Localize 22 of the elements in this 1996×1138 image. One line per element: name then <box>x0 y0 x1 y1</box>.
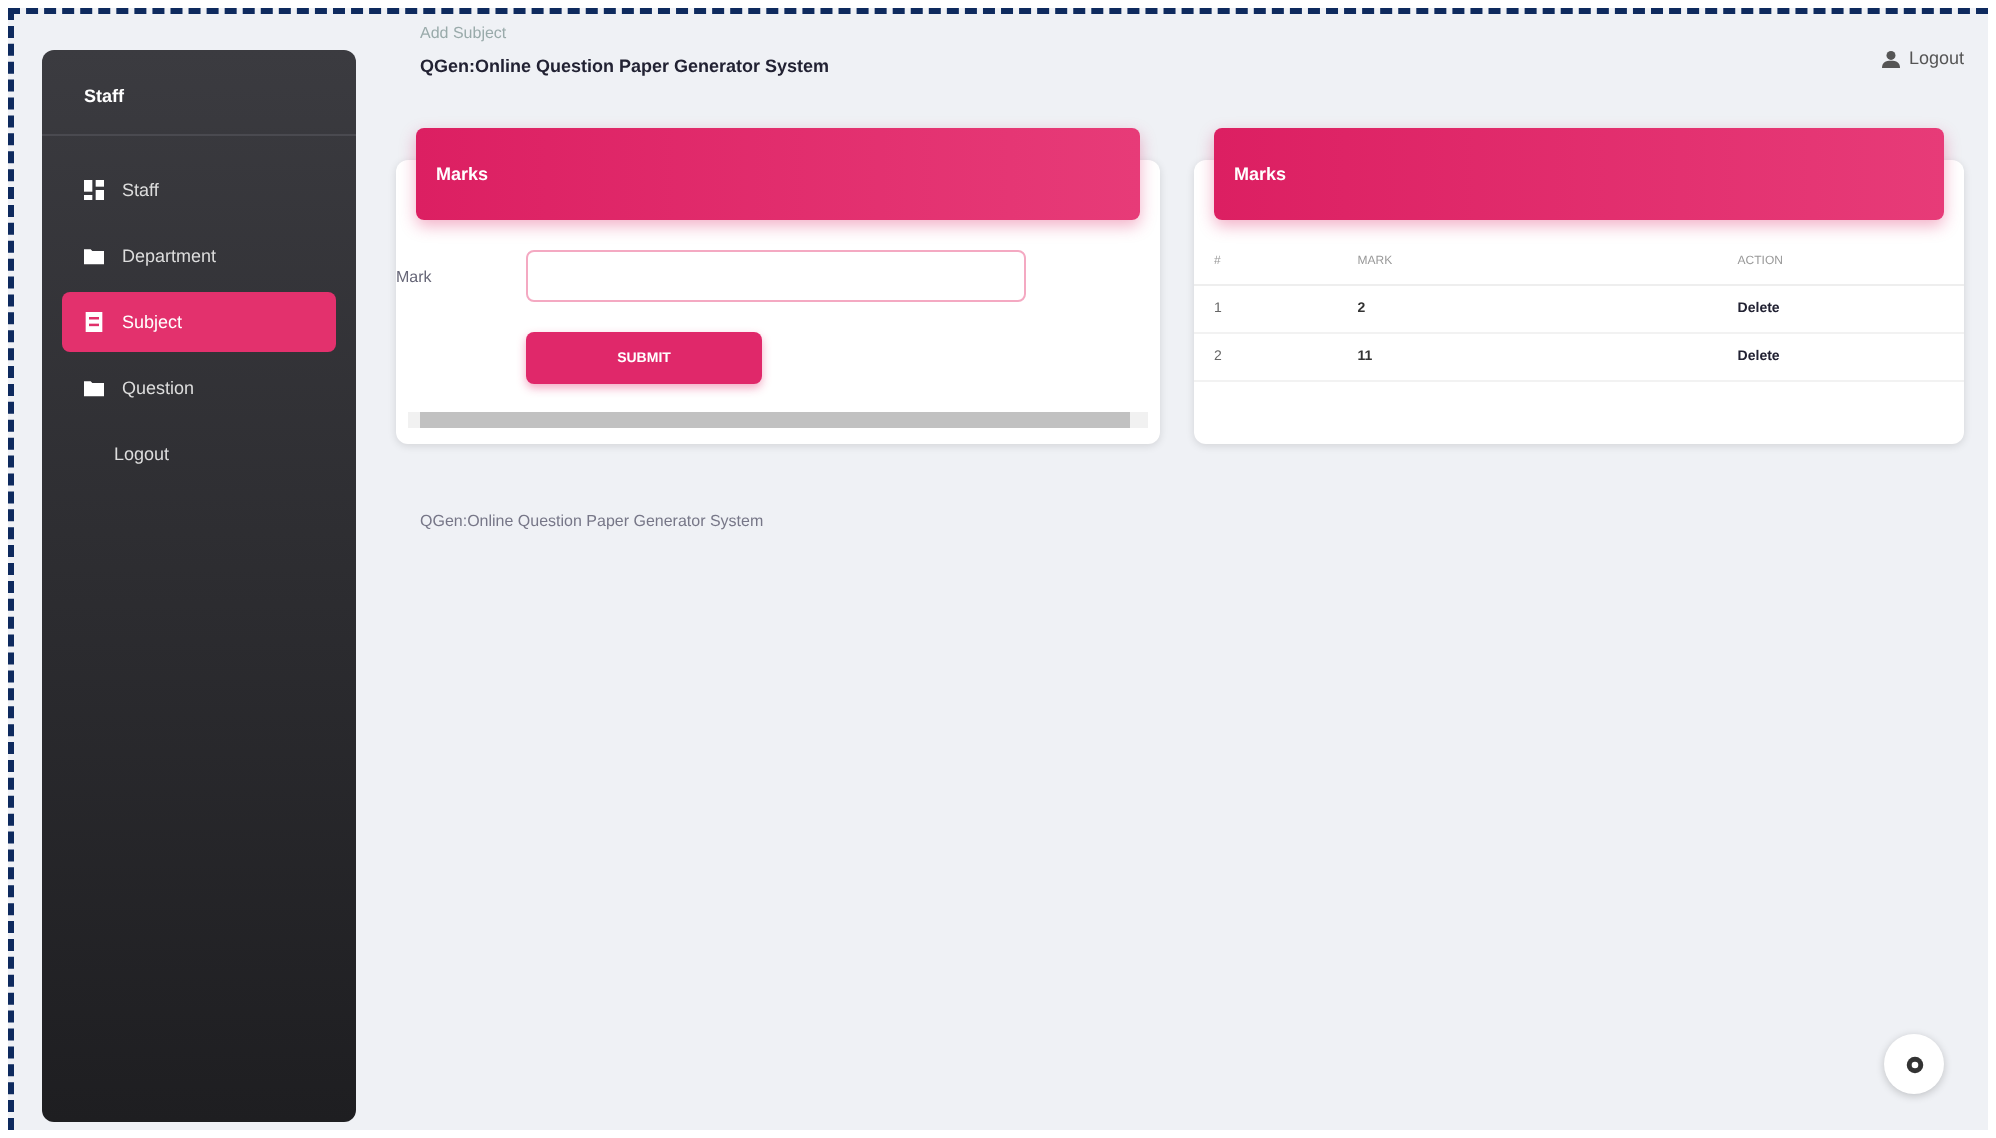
settings-button[interactable] <box>1884 1034 1944 1094</box>
folder-icon <box>84 246 104 266</box>
breadcrumb: Add Subject <box>420 24 509 42</box>
card-header: Marks <box>416 128 1140 220</box>
sidebar-item[interactable]: Staff <box>62 160 336 220</box>
user-icon <box>1882 49 1901 67</box>
sidebar-item[interactable]: Question <box>62 358 336 418</box>
sidebar-item[interactable]: Department <box>62 226 336 286</box>
sidebar-item[interactable]: Logout <box>62 424 336 484</box>
settings-icon <box>1903 1053 1925 1075</box>
page-title: QGen:Online Question Paper Generator System <box>420 56 830 76</box>
dashboard-icon <box>84 180 104 200</box>
logout-link[interactable]: Logout <box>1882 40 1964 76</box>
book-icon <box>84 312 104 332</box>
field-label: Mark <box>396 267 434 285</box>
horizontal-scrollbar[interactable] <box>408 412 1148 428</box>
footer-text: QGen:Online Question Paper Generator System <box>420 512 766 530</box>
card-header: Marks <box>1214 128 1944 220</box>
mark-input[interactable] <box>526 250 1026 302</box>
sidebar-item[interactable]: Subject <box>62 292 336 352</box>
folder-icon <box>84 378 104 398</box>
brand-title: Staff <box>82 84 126 110</box>
